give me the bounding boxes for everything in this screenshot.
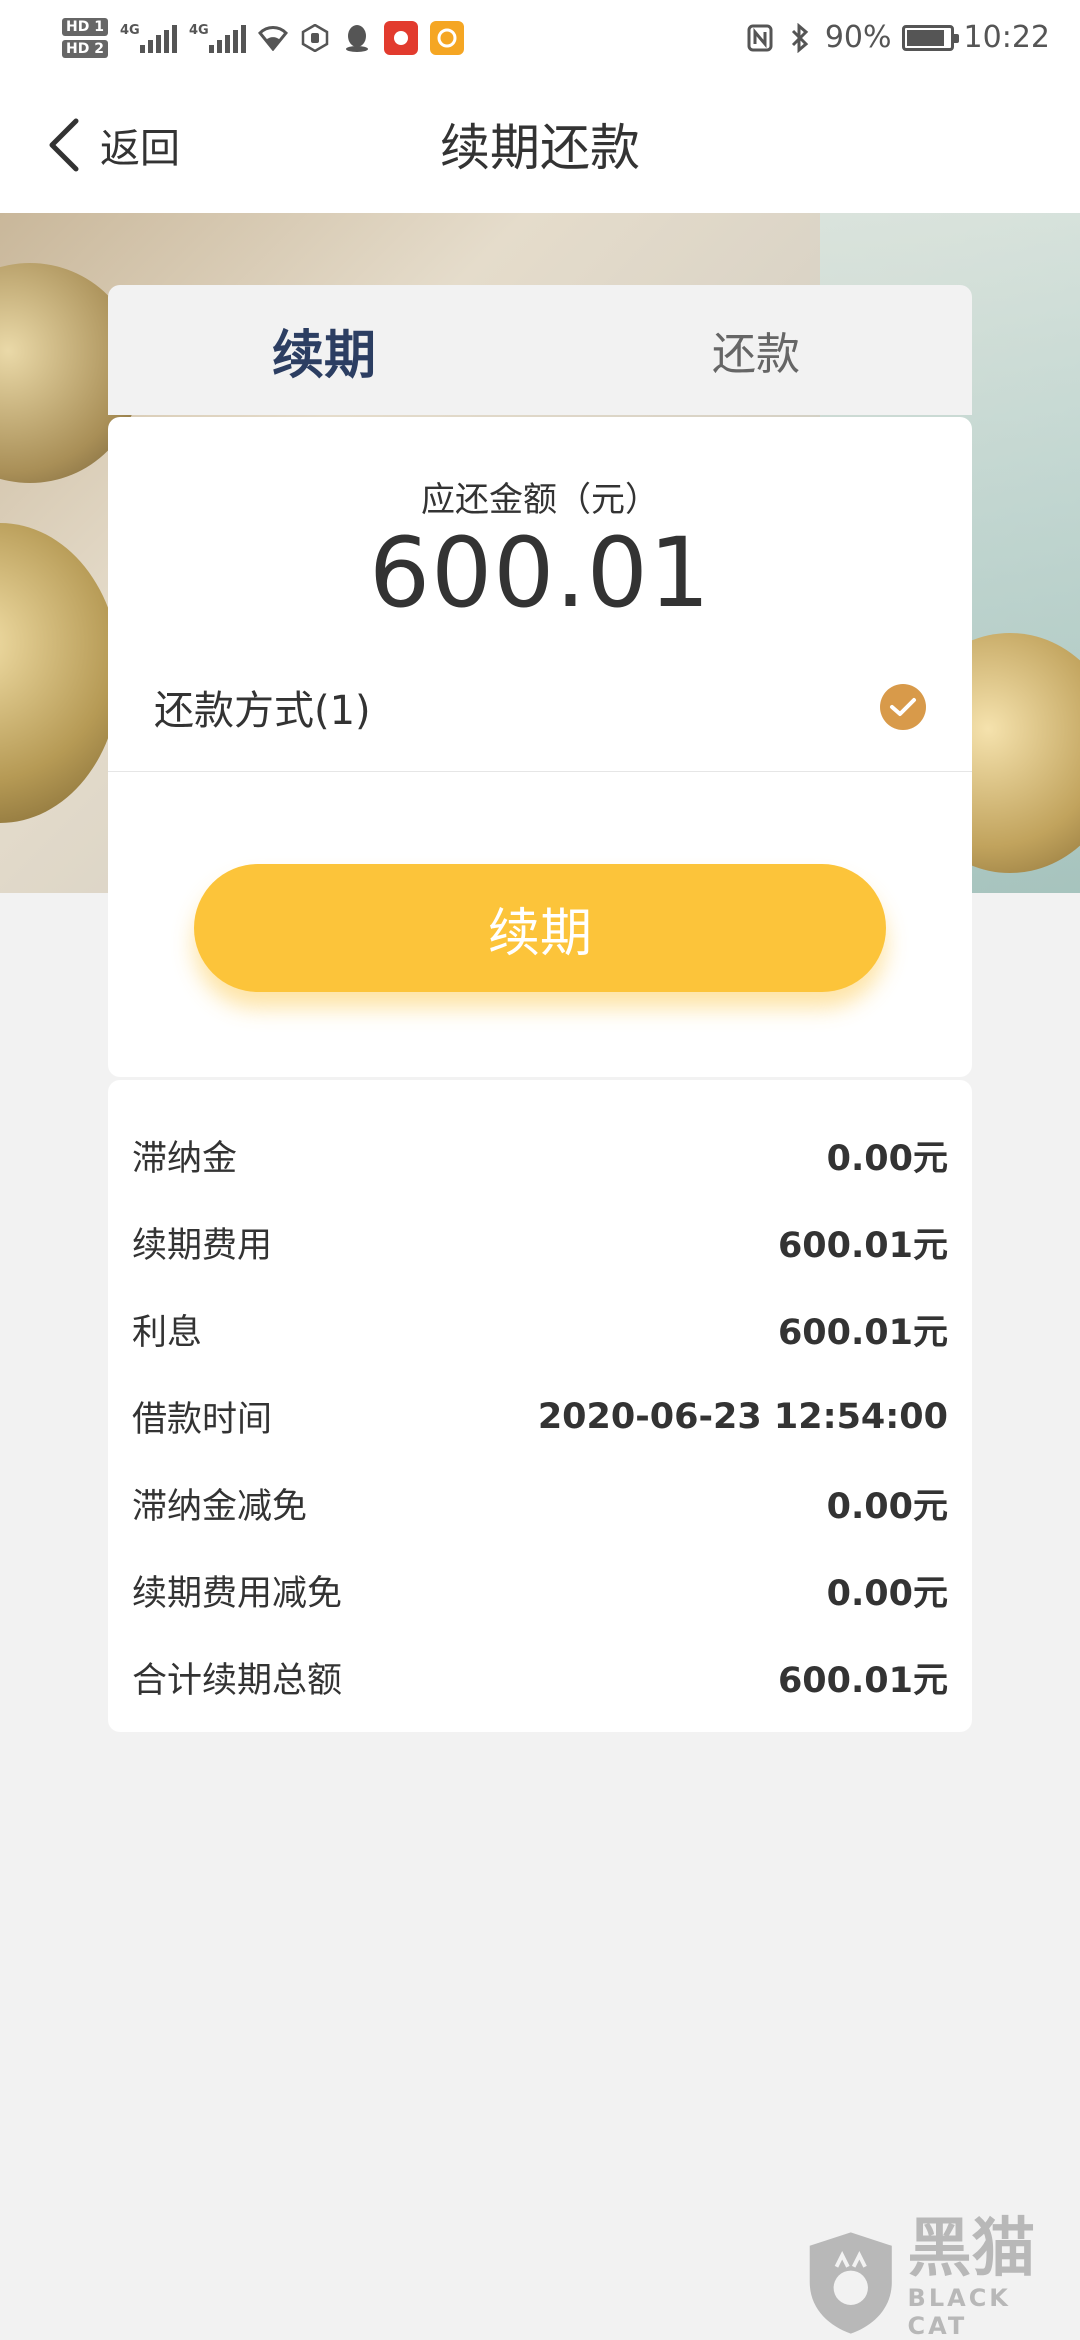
qq-icon	[342, 23, 372, 53]
signal-2-icon: 4G	[189, 23, 246, 53]
detail-value: 600.01元	[777, 1226, 948, 1266]
watermark-en: BLACK CAT	[907, 2284, 1011, 2340]
status-right: 90% 10:22	[745, 20, 1050, 55]
detail-key: 续期费用减免	[132, 1574, 343, 1614]
watermark-logo: 黑猫 BLACK CAT	[804, 2214, 1074, 2340]
watermark-cn: 黑猫	[907, 2212, 1036, 2286]
nfc-icon	[745, 23, 775, 53]
detail-value: 600.01元	[777, 1313, 948, 1353]
hd1-badge: HD 1	[62, 17, 108, 36]
back-button[interactable]: 返回	[46, 115, 180, 175]
coin-image	[0, 523, 120, 823]
status-left: HD 1 HD 2 4G 4G	[62, 17, 464, 58]
detail-row: 滞纳金 0.00元	[108, 1112, 972, 1199]
tab-repay[interactable]: 还款	[540, 285, 972, 415]
app-orange-icon	[429, 20, 464, 55]
detail-value: 2020-06-23 12:54:00	[537, 1396, 948, 1437]
battery-icon	[901, 24, 959, 51]
nav-bar: 返回 续期还款	[0, 75, 1080, 213]
detail-value: 0.00元	[826, 1574, 948, 1614]
detail-row: 续期费用减免 0.00元	[108, 1547, 972, 1634]
detail-key: 续期费用	[132, 1226, 273, 1266]
detail-key: 滞纳金	[132, 1139, 238, 1179]
detail-value: 0.00元	[826, 1139, 948, 1179]
battery-percent: 90%	[824, 20, 892, 55]
wifi-icon	[257, 23, 288, 53]
hd-indicators: HD 1 HD 2	[62, 17, 108, 58]
amount-value: 600.01	[369, 517, 711, 629]
network-type-2: 4G	[188, 22, 209, 38]
detail-row: 滞纳金减免 0.00元	[108, 1460, 972, 1547]
tab-bar: 续期 还款	[108, 285, 972, 415]
payment-card: 应还金额（元） 600.01 还款方式(1) 续期	[108, 417, 972, 1077]
amount-label: 应还金额（元）	[421, 480, 659, 520]
detail-key: 合计续期总额	[132, 1661, 343, 1701]
app-red-icon	[383, 20, 418, 55]
tab-renewal[interactable]: 续期	[108, 285, 540, 415]
detail-row: 合计续期总额 600.01元	[108, 1634, 972, 1721]
chevron-left-icon	[49, 118, 79, 172]
detail-row: 借款时间 2020-06-23 12:54:00	[108, 1373, 972, 1460]
renew-button-label: 续期	[487, 903, 592, 964]
detail-value: 0.00元	[826, 1487, 948, 1527]
details-card: 滞纳金 0.00元 续期费用 600.01元 利息 600.01元 借款时间 2…	[108, 1080, 972, 1732]
bluetooth-icon	[785, 22, 815, 53]
network-type-1: 4G	[119, 22, 140, 38]
detail-row: 续期费用 600.01元	[108, 1199, 972, 1286]
detail-row: 利息 600.01元	[108, 1286, 972, 1373]
cat-shield-icon	[809, 2232, 892, 2334]
status-bar: HD 1 HD 2 4G 4G 90% 10:22	[0, 0, 1080, 75]
renew-button[interactable]: 续期	[194, 864, 886, 992]
signal-1-icon: 4G	[120, 23, 177, 53]
watermark-text: 黑猫 BLACK CAT	[908, 2214, 1074, 2340]
payment-method-row[interactable]: 还款方式(1)	[108, 642, 972, 772]
detail-key: 滞纳金减免	[132, 1487, 308, 1527]
page-title: 续期还款	[440, 119, 640, 177]
detail-value: 600.01元	[777, 1661, 948, 1701]
payment-method-label: 还款方式(1)	[154, 687, 371, 734]
detail-key: 利息	[132, 1313, 203, 1353]
tab-renewal-label: 续期	[271, 325, 376, 386]
detail-key: 借款时间	[132, 1400, 273, 1440]
tab-repay-label: 还款	[712, 329, 800, 380]
hand-icon	[300, 23, 330, 53]
back-label: 返回	[100, 126, 180, 172]
hd2-badge: HD 2	[62, 39, 108, 58]
check-icon[interactable]	[880, 683, 926, 730]
clock: 10:22	[963, 20, 1050, 55]
